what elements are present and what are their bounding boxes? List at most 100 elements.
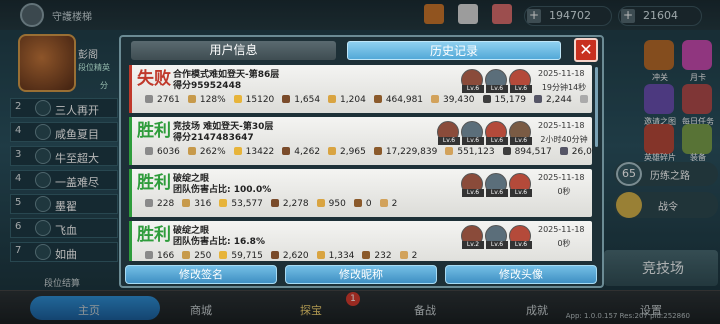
hero-level: Lv.6 [486,137,508,145]
hero-portrait[interactable]: Lv.6 [485,69,508,93]
stat-value: 128% [187,95,230,105]
stat-icon [445,147,454,155]
hero-portrait[interactable]: Lv.6 [437,121,460,145]
hero-level: Lv.6 [510,137,532,145]
hero-portrait[interactable]: Lv.6 [485,121,508,145]
stat-value: 2 [399,251,422,261]
stat-value: 2761 [145,95,184,105]
stat-value: 894,517 [502,147,556,157]
stat-icon [399,251,408,259]
stat-value: 228 [145,199,178,209]
record-duration: 0秒 [557,187,571,196]
history-record[interactable]: 胜利 破绽之眼 团队伤害占比: 16.8% 166 250 59,715 2,620 1,33… [129,221,592,261]
stat-icon [328,147,337,155]
stat-icon [316,251,325,259]
hero-level: Lv.6 [510,189,532,197]
stat-icon [502,147,511,155]
edit-avatar-button[interactable]: 修改头像 [445,265,597,284]
record-duration: 2小时40分钟 [540,135,588,144]
stat-value: 6036 [145,147,184,157]
stat-value: 53,577 [219,199,267,209]
stat-icon [559,147,568,155]
stat-icon [482,95,491,103]
stat-value: 1,654 [282,95,324,105]
hero-level: Lv.6 [510,85,532,93]
hero-portrait[interactable]: Lv.6 [485,225,508,249]
stat-icon [182,199,191,207]
result-indicator-bar [129,65,132,113]
stat-value: 39,430 [431,95,479,105]
tab-user-info[interactable]: 用户信息 [131,41,336,60]
hero-portrait[interactable]: Lv.6 [485,173,508,197]
hero-portrait[interactable]: Lv.6 [461,173,484,197]
history-list[interactable]: 失败 合作模式难如登天-第86层 得分95952448 2761 128% 15120 1,… [129,65,593,261]
history-record[interactable]: 失败 合作模式难如登天-第86层 得分95952448 2761 128% 15120 1,… [129,65,593,113]
stat-value: 262% [187,147,230,157]
result-indicator-bar [129,221,132,261]
hero-portrait[interactable]: Lv.6 [509,69,532,93]
close-button[interactable]: ✕ [574,38,598,62]
hero-level: Lv.6 [510,241,532,249]
hero-level: Lv.6 [462,189,484,197]
hero-portrait[interactable]: Lv.6 [461,121,484,145]
stat-icon [145,95,153,103]
stat-icon [145,147,153,155]
stat-value: 15,179 [482,95,531,105]
stat-value: 15120 [233,95,279,105]
hero-level: Lv.6 [486,241,508,249]
stat-value: 13422 [233,147,279,157]
stat-value: 166 [145,251,178,261]
stat-icon [328,95,337,103]
stat-icon [187,95,196,103]
record-stats: 2761 128% 15120 1,654 1,204 464,981 39,430 15,1… [145,95,593,105]
history-record[interactable]: 胜利 竞技场 难如登天-第30层 得分2147483647 6036 262% 13422… [129,117,593,165]
stat-icon [282,95,291,103]
stat-icon [373,147,382,155]
hero-level: Lv.6 [462,137,484,145]
hero-portrait[interactable]: Lv.6 [509,225,532,249]
edit-nickname-button[interactable]: 修改昵称 [285,265,437,284]
record-stats: 166 250 59,715 2,620 1,334 232 2 [145,251,425,261]
hero-level: Lv.6 [486,85,508,93]
stat-value: 15 [579,95,593,105]
stat-value: 1,204 [328,95,370,105]
stat-icon [579,95,588,103]
hero-portrait[interactable]: Lv.6 [509,173,532,197]
tab-history[interactable]: 历史记录 [347,41,561,60]
stat-value: 316 [182,199,215,209]
stat-icon [534,95,543,103]
result-label: 胜利 [137,225,171,245]
stat-icon [379,199,388,207]
result-indicator-bar [129,169,132,217]
stat-value: 2,620 [270,251,313,261]
record-score: 得分95952448 [173,81,242,91]
stat-value: 950 [316,199,350,209]
stat-value: 59,715 [219,251,267,261]
stat-icon [270,251,279,259]
hero-portrait[interactable]: Lv.6 [461,69,484,93]
stat-icon [233,147,242,155]
stat-value: 464,981 [373,95,427,105]
record-score: 得分2147483647 [173,133,254,143]
hero-portrait[interactable]: Lv.2 [461,225,484,249]
record-date: 2025-11-18 [538,173,585,182]
hero-level: Lv.6 [438,137,460,145]
stat-value: 0 [353,199,376,209]
scrollbar[interactable] [595,67,598,147]
record-stats: 6036 262% 13422 4,262 2,965 17,229,839 551,123… [145,147,593,157]
result-indicator-bar [129,117,132,165]
stat-value: 2,244 [534,95,576,105]
stat-icon [362,251,371,259]
hero-level: Lv.6 [462,85,484,93]
stat-value: 2 [379,199,402,209]
stat-icon [282,147,291,155]
edit-signature-button[interactable]: 修改签名 [125,265,277,284]
hero-level: Lv.6 [486,189,508,197]
hero-portrait[interactable]: Lv.6 [509,121,532,145]
history-record[interactable]: 胜利 破绽之眼 团队伤害占比: 100.0% 228 316 53,577 2,278 950… [129,169,592,217]
stat-value: 250 [182,251,215,261]
stat-icon [233,95,242,103]
record-duration: 0秒 [557,239,571,248]
record-score: 团队伤害占比: 100.0% [173,185,272,195]
record-date: 2025-11-18 [538,225,585,234]
